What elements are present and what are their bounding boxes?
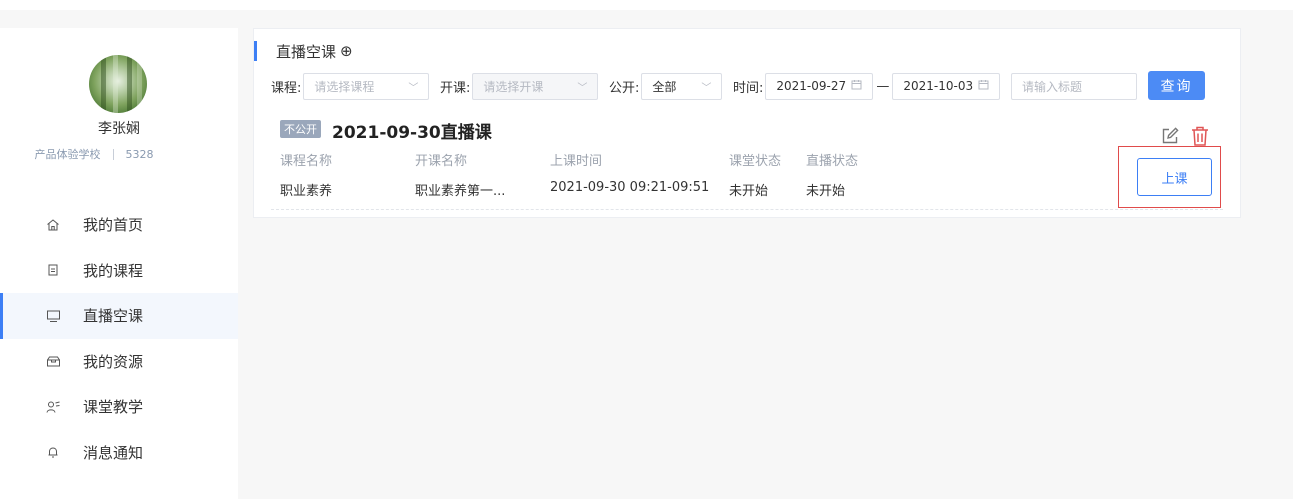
- sidebar-item-classroom[interactable]: 课堂教学: [0, 384, 238, 430]
- course-select[interactable]: 请选择课程 ﹀: [303, 72, 430, 100]
- user-id: 5328: [125, 147, 154, 161]
- top-bar: [0, 0, 1293, 10]
- value-class-time: 2021-09-30 09:21-09:51: [550, 180, 710, 195]
- avatar[interactable]: [89, 55, 147, 113]
- panel-title: 直播空课 ⊕: [254, 41, 353, 61]
- class-select[interactable]: 请选择开课 ﹀: [472, 72, 599, 100]
- sidebar-item-label: 我的资源: [83, 352, 144, 371]
- sidebar-item-home[interactable]: 我的首页: [0, 202, 238, 248]
- chevron-down-icon: ﹀: [408, 82, 419, 94]
- start-class-button[interactable]: 上课: [1137, 158, 1212, 196]
- value-classroom-status: 未开始: [729, 184, 769, 199]
- sidebar-item-courses[interactable]: 我的课程: [0, 248, 238, 294]
- course-filter: 课程: 请选择课程 ﹀: [271, 72, 430, 100]
- meta-divider: [112, 148, 114, 160]
- title-filter: 请输入标题: [1011, 72, 1137, 100]
- page-title: 直播空课: [276, 42, 337, 61]
- row-divider: [271, 209, 1223, 210]
- sidebar-item-label: 课堂教学: [83, 398, 144, 417]
- bell-icon: [45, 444, 61, 460]
- user-name: 李张娴: [98, 121, 140, 137]
- calendar-icon: [978, 79, 989, 93]
- header-class-time: 上课时间: [550, 154, 603, 169]
- query-button[interactable]: 查询: [1148, 71, 1205, 100]
- value-class-name: 职业素养第一...: [415, 184, 506, 199]
- edit-icon[interactable]: [1159, 125, 1181, 147]
- class-placeholder: 请选择开课: [483, 79, 544, 94]
- title-accent-bar: [254, 41, 257, 61]
- document-icon: [45, 262, 61, 278]
- chevron-down-icon: ﹀: [701, 82, 712, 94]
- time-filter: 时间: 2021-09-27 — 2021-10-03: [733, 72, 1001, 100]
- sidebar-item-label: 我的课程: [83, 261, 144, 280]
- chevron-down-icon: ﹀: [577, 82, 588, 94]
- add-icon[interactable]: ⊕: [340, 42, 353, 60]
- header-course-name: 课程名称: [280, 154, 333, 169]
- sidebar-item-notifications[interactable]: 消息通知: [0, 430, 238, 476]
- sidebar-item-label: 我的首页: [83, 216, 144, 235]
- course-placeholder: 请选择课程: [314, 79, 375, 94]
- header-classroom-status: 课堂状态: [729, 154, 782, 169]
- header-class-name: 开课名称: [415, 154, 468, 169]
- date-separator: —: [876, 78, 890, 94]
- start-date-value: 2021-09-27: [776, 79, 847, 93]
- class-label: 开课:: [440, 80, 471, 96]
- end-date-input[interactable]: 2021-10-03: [892, 72, 1001, 100]
- sidebar-item-label: 直播空课: [83, 307, 144, 326]
- sidebar-item-label: 消息通知: [83, 443, 144, 462]
- user-meta: 产品体验学校 5328: [0, 146, 188, 162]
- home-icon: [45, 217, 61, 233]
- class-filter: 开课: 请选择开课 ﹀: [440, 72, 599, 100]
- value-live-status: 未开始: [806, 184, 846, 199]
- time-label: 时间:: [733, 80, 764, 96]
- sidebar-item-resources[interactable]: 我的资源: [0, 339, 238, 385]
- course-label: 课程:: [271, 80, 302, 96]
- teacher-icon: [45, 399, 61, 415]
- public-select[interactable]: 全部 ﹀: [641, 72, 723, 100]
- monitor-icon: [45, 308, 61, 324]
- live-class-panel: 直播空课 ⊕ 课程: 请选择课程 ﹀ 开课: 请选择开课 ﹀ 公开: 全部 ﹀ …: [253, 28, 1241, 218]
- sidebar: 李张娴 产品体验学校 5328 我的首页 我的课程 直播空课 我的资源 课堂教学…: [0, 28, 238, 499]
- user-school: 产品体验学校: [34, 148, 101, 161]
- title-search-input[interactable]: 请输入标题: [1011, 72, 1137, 100]
- start-date-input[interactable]: 2021-09-27: [765, 72, 874, 100]
- calendar-icon: [851, 79, 862, 93]
- header-live-status: 直播状态: [806, 154, 859, 169]
- end-date-value: 2021-10-03: [903, 79, 974, 93]
- sidebar-item-live-class[interactable]: 直播空课: [0, 293, 238, 339]
- private-badge: 不公开: [280, 120, 321, 138]
- delete-icon[interactable]: [1189, 125, 1211, 147]
- value-course-name: 职业素养: [280, 184, 333, 199]
- public-filter: 公开: 全部 ﹀: [609, 72, 723, 100]
- sidebar-nav: 我的首页 我的课程 直播空课 我的资源 课堂教学 消息通知: [0, 202, 238, 475]
- lesson-title: 2021-09-30直播课: [332, 123, 492, 143]
- title-placeholder: 请输入标题: [1022, 79, 1083, 94]
- inbox-icon: [45, 353, 61, 369]
- public-label: 公开:: [609, 80, 640, 96]
- public-value: 全部: [652, 79, 677, 94]
